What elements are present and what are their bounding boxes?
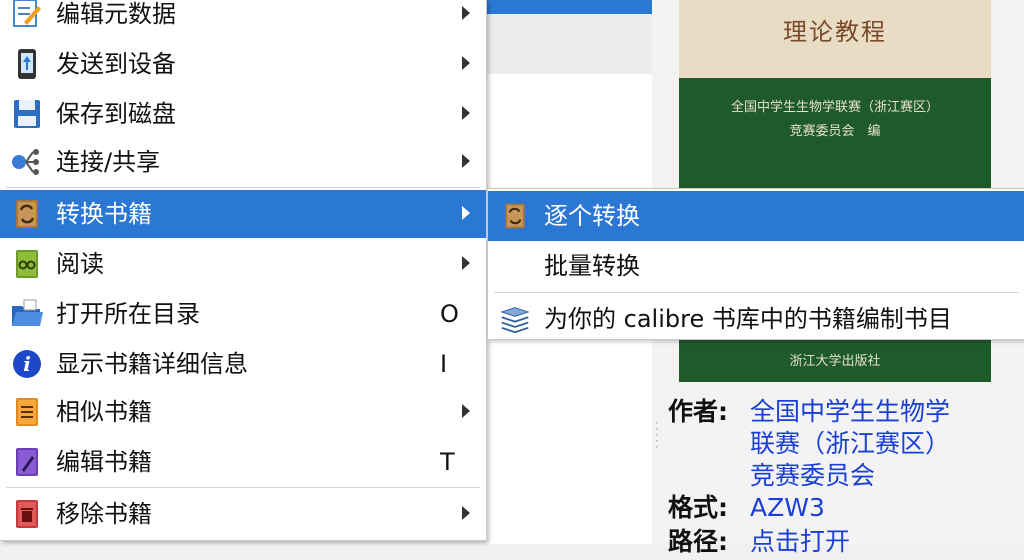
- library-selected-row[interactable]: [486, 0, 652, 14]
- submenu-arrow-icon: [462, 106, 470, 120]
- svg-text:i: i: [23, 352, 31, 376]
- submenu-arrow-icon: [462, 256, 470, 270]
- menu-item-remove-books[interactable]: 移除书籍: [0, 490, 486, 538]
- menu-item-label: 编辑元数据: [56, 0, 176, 28]
- menu-item-open-containing-folder[interactable]: 打开所在目录 O: [0, 290, 486, 338]
- menu-separator: [494, 292, 1019, 293]
- menu-item-show-book-details[interactable]: i 显示书籍详细信息 I: [0, 340, 486, 388]
- submenu-arrow-icon: [462, 56, 470, 70]
- menu-item-connect-share[interactable]: 连接/共享: [0, 138, 486, 186]
- convert-submenu: 逐个转换 批量转换 为你的 calibre 书库中的书籍编制书目: [487, 188, 1024, 340]
- cover-title-band: 理论教程: [679, 0, 991, 78]
- author-link-line1[interactable]: 全国中学生生物学: [750, 396, 950, 428]
- author-link-line2[interactable]: 联赛（浙江赛区）: [750, 428, 950, 460]
- menu-item-label: 阅读: [56, 250, 104, 278]
- menu-item-label: 保存到磁盘: [56, 100, 176, 128]
- similar-books-icon: [10, 396, 44, 428]
- menu-item-label: 显示书籍详细信息: [56, 350, 248, 378]
- menu-item-edit-book[interactable]: 编辑书籍 T: [0, 438, 486, 486]
- send-to-device-icon: [10, 48, 44, 80]
- convert-individually-icon: [500, 201, 530, 231]
- author-label: 作者:: [668, 397, 728, 426]
- menu-item-send-to-device[interactable]: 发送到设备: [0, 40, 486, 88]
- edit-book-icon: [10, 446, 44, 478]
- menu-item-shortcut: T: [440, 448, 455, 476]
- convert-books-icon: [10, 198, 44, 230]
- format-link[interactable]: AZW3: [750, 492, 825, 524]
- submenu-item-label: 为你的 calibre 书库中的书籍编制书目: [544, 305, 952, 333]
- submenu-arrow-icon: [462, 506, 470, 520]
- menu-item-shortcut: I: [440, 350, 448, 378]
- view-icon: [10, 248, 44, 280]
- author-link-line3[interactable]: 竞赛委员会: [750, 460, 875, 492]
- cover-subtitle-line1: 全国中学生生物学联赛（浙江赛区）: [730, 100, 939, 115]
- menu-item-label: 连接/共享: [56, 148, 161, 176]
- menu-item-convert-books[interactable]: 转换书籍: [0, 190, 486, 238]
- menu-item-label: 转换书籍: [56, 200, 152, 228]
- menu-item-similar-books[interactable]: 相似书籍: [0, 388, 486, 436]
- menu-separator: [6, 487, 480, 488]
- submenu-item-label: 批量转换: [544, 252, 640, 280]
- submenu-item-create-catalog[interactable]: 为你的 calibre 书库中的书籍编制书目: [488, 294, 1024, 344]
- splitter-handle[interactable]: · · · · ·: [655, 417, 659, 453]
- menu-item-view[interactable]: 阅读: [0, 240, 486, 288]
- cover-subtitle-line2: 竞赛委员会 编: [789, 124, 881, 139]
- submenu-item-label: 逐个转换: [544, 202, 640, 230]
- menu-item-label: 打开所在目录: [56, 300, 200, 328]
- path-link[interactable]: 点击打开: [750, 526, 850, 558]
- submenu-arrow-icon: [462, 6, 470, 20]
- submenu-item-bulk-convert[interactable]: 批量转换: [488, 241, 1024, 291]
- info-icon: i: [10, 348, 44, 380]
- menu-item-shortcut: O: [440, 300, 459, 328]
- remove-books-icon: [10, 498, 44, 530]
- path-row: 路径: 点击打开: [668, 526, 1024, 560]
- submenu-arrow-icon: [462, 206, 470, 220]
- context-menu: 编辑元数据 发送到设备 保存到磁盘 连接/共享 转换书籍 阅读 打开所在目录 O…: [0, 0, 487, 541]
- author-row: 作者: 全国中学生生物学 联赛（浙江赛区） 竞赛委员会: [668, 396, 1024, 492]
- format-row: 格式: AZW3: [668, 492, 1024, 526]
- open-folder-icon: [10, 298, 44, 330]
- edit-metadata-icon: [10, 0, 44, 30]
- catalog-icon: [500, 304, 530, 334]
- path-label: 路径:: [668, 527, 728, 556]
- cover-publisher: 浙江大学出版社: [789, 354, 881, 369]
- book-list-row[interactable]: [486, 14, 652, 74]
- submenu-arrow-icon: [462, 404, 470, 418]
- connect-share-icon: [10, 146, 44, 178]
- cover-title: 理论教程: [783, 18, 887, 46]
- menu-item-label: 编辑书籍: [56, 448, 152, 476]
- menu-item-edit-metadata[interactable]: 编辑元数据: [0, 0, 486, 38]
- menu-item-label: 相似书籍: [56, 398, 152, 426]
- book-metadata: 作者: 全国中学生生物学 联赛（浙江赛区） 竞赛委员会 格式: AZW3 路径:…: [668, 396, 1024, 560]
- format-label: 格式:: [668, 493, 728, 522]
- menu-separator: [6, 187, 480, 188]
- submenu-arrow-icon: [462, 154, 470, 168]
- menu-item-label: 发送到设备: [56, 50, 176, 78]
- menu-item-label: 移除书籍: [56, 500, 152, 528]
- save-to-disk-icon: [10, 98, 44, 130]
- menu-item-save-to-disk[interactable]: 保存到磁盘: [0, 90, 486, 138]
- submenu-item-convert-individually[interactable]: 逐个转换: [488, 191, 1024, 241]
